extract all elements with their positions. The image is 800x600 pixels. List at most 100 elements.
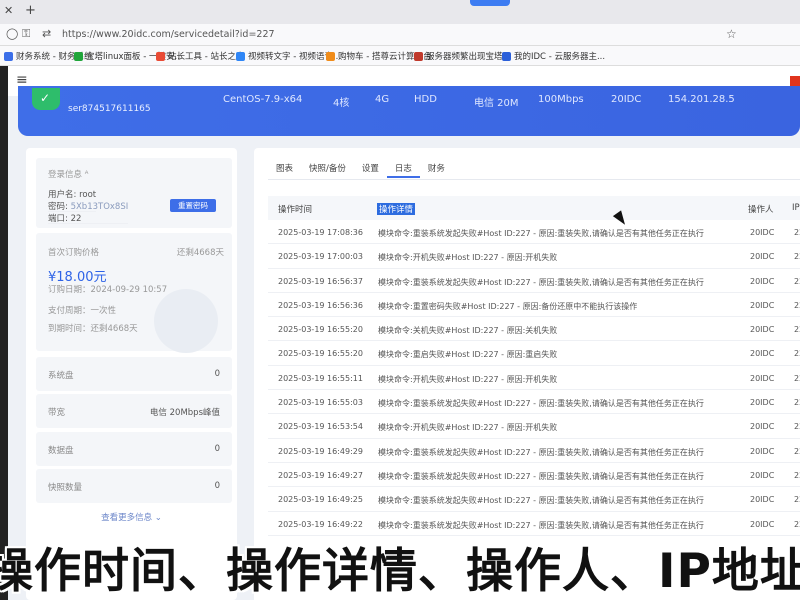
- table-row[interactable]: 2025-03-19 16:55:20 模块命令:重启失败#Host ID:227…: [268, 341, 800, 366]
- log-time: 2025-03-19 16:49:25: [278, 495, 363, 505]
- table-row[interactable]: 2025-03-19 17:00:03 模块命令:开机失败#Host ID:227…: [268, 244, 800, 269]
- log-table-body: 2025-03-19 17:08:36 模块命令:重装系统发起失败#Host ID…: [268, 220, 800, 536]
- tabs-divider: [268, 179, 800, 180]
- username-value: root: [79, 190, 97, 200]
- active-tab-indicator[interactable]: [470, 0, 510, 6]
- log-ip: 22: [794, 495, 800, 505]
- log-operator: 20IDC: [750, 373, 775, 383]
- tab-0[interactable]: 图表: [268, 160, 301, 178]
- url-input[interactable]: https://www.20idc.com/servicedetail?id=2…: [62, 29, 275, 40]
- log-ip: 22: [794, 349, 800, 359]
- log-time: 2025-03-19 16:49:29: [278, 446, 363, 456]
- log-ip: 22: [794, 519, 800, 529]
- log-time: 2025-03-19 16:49:22: [278, 519, 363, 529]
- log-operator: 20IDC: [750, 349, 775, 359]
- close-tab-icon[interactable]: ✕: [4, 4, 13, 17]
- bookmark-label: 服务器频繁出现宝塔...: [426, 52, 511, 62]
- log-time: 2025-03-19 17:00:03: [278, 252, 363, 262]
- bookmark-item[interactable]: 服务器频繁出现宝塔...: [414, 50, 511, 62]
- log-ip: 22: [794, 373, 800, 383]
- resource-stat: 数据盘 0: [36, 432, 232, 466]
- order-date: 订购日期：2024-09-29 10:57: [48, 285, 168, 295]
- server-spec: 20IDC: [611, 94, 642, 105]
- table-row[interactable]: 2025-03-19 16:56:36 模块命令:重置密码失败#Host ID:2…: [268, 293, 800, 318]
- tab-1[interactable]: 快照/备份: [301, 160, 354, 178]
- server-status-icon: [32, 88, 60, 110]
- log-detail: 模块命令:重装系统发起失败#Host ID:227 - 原因:重装失败,请确认是…: [378, 520, 704, 530]
- server-spec: 电信 20M: [474, 98, 519, 109]
- log-detail: 模块命令:重置密码失败#Host ID:227 - 原因:备份还原中不能执行该操…: [378, 301, 638, 311]
- log-operator: 20IDC: [750, 519, 775, 529]
- log-time: 2025-03-19 17:08:36: [278, 228, 363, 237]
- pay-cycle: 支付周期：一次性: [48, 306, 117, 316]
- reset-password-button[interactable]: 重置密码: [170, 199, 216, 212]
- permissions-icon[interactable]: ⇄: [42, 27, 51, 40]
- col-time[interactable]: 操作时间: [278, 203, 312, 215]
- language-flag-icon[interactable]: [790, 76, 800, 86]
- log-operator: 20IDC: [750, 228, 775, 237]
- tab-3[interactable]: 日志: [386, 160, 420, 178]
- log-time: 2025-03-19 16:56:36: [278, 300, 363, 310]
- log-table-header: 操作时间 操作详情 操作人 IP: [268, 196, 800, 220]
- shield-icon[interactable]: ◯: [6, 27, 18, 40]
- stat-label: 快照数量: [48, 483, 83, 493]
- port-value: 22: [70, 214, 82, 224]
- server-spec: 4G: [375, 94, 390, 105]
- log-detail: 模块命令:关机失败#Host ID:227 - 原因:关机失败: [378, 326, 558, 336]
- bookmark-item[interactable]: 站长工具 - 站长之家: [156, 50, 244, 62]
- log-time: 2025-03-19 16:55:11: [278, 373, 363, 383]
- log-ip: 22: [794, 228, 800, 237]
- log-time: 2025-03-19 16:53:54: [278, 422, 363, 432]
- col-ip[interactable]: IP: [792, 203, 800, 213]
- tab-2[interactable]: 设置: [354, 160, 387, 178]
- col-detail[interactable]: 操作详情: [377, 203, 416, 215]
- bookmark-favicon-icon: [414, 51, 423, 61]
- table-row[interactable]: 2025-03-19 16:49:27 模块命令:重装系统发起失败#Host ID…: [268, 463, 800, 488]
- bookmark-star-icon[interactable]: ☆: [726, 27, 737, 41]
- subtitle-text: 操作时间、操作详情、操作人、IP地址: [0, 544, 800, 599]
- table-row[interactable]: 2025-03-19 16:53:54 模块命令:开机失败#Host ID:227…: [268, 414, 800, 439]
- log-detail: 模块命令:开机失败#Host ID:227 - 原因:开机失败: [378, 423, 558, 433]
- bookmark-label: 我的IDC - 云服务器主...: [514, 52, 606, 62]
- log-ip: 22: [794, 325, 800, 335]
- log-operator: 20IDC: [750, 276, 775, 286]
- server-spec: 4核: [333, 98, 350, 109]
- table-row[interactable]: 2025-03-19 16:55:11 模块命令:开机失败#Host ID:227…: [268, 366, 800, 391]
- table-row[interactable]: 2025-03-19 17:08:36 模块命令:重装系统发起失败#Host ID…: [268, 220, 800, 245]
- log-ip: 22: [794, 252, 800, 262]
- stat-label: 带宽: [48, 408, 66, 418]
- server-summary-banner: ser874517611165 CentOS-7.9-x64 4核 4G HDD 电信 …: [18, 86, 800, 136]
- server-spec: HDD: [414, 94, 437, 105]
- log-time: 2025-03-19 16:55:03: [278, 398, 363, 408]
- watermark-disc: [154, 289, 218, 353]
- stat-value: 0: [214, 369, 220, 379]
- stat-value: 0: [214, 481, 220, 491]
- bookmarks-bar: 财务系统 - 财务系统 宝塔linux面板 - 一键安... 站长工具 - 站长之家…: [0, 46, 800, 66]
- table-row[interactable]: 2025-03-19 16:49:29 模块命令:重装系统发起失败#Host ID…: [268, 439, 800, 463]
- log-operator: 20IDC: [750, 495, 775, 505]
- browser-tabstrip: ✕ +: [0, 0, 800, 24]
- new-tab-icon[interactable]: +: [25, 3, 36, 18]
- log-time: 2025-03-19 16:56:37: [278, 276, 363, 286]
- address-bar: ◯ ⚿ ⇄ https://www.20idc.com/servicedetai…: [0, 24, 800, 46]
- table-row[interactable]: 2025-03-19 16:55:20 模块命令:关机失败#Host ID:227…: [268, 317, 800, 342]
- stat-label: 数据盘: [48, 446, 74, 456]
- table-row[interactable]: 2025-03-19 16:55:03 模块命令:重装系统发起失败#Host ID…: [268, 390, 800, 415]
- window-edge: [0, 66, 8, 600]
- password-value[interactable]: 5Xb13TOx8SI: [71, 202, 129, 212]
- bookmark-item[interactable]: 我的IDC - 云服务器主...: [502, 50, 605, 62]
- lock-icon[interactable]: ⚿: [22, 27, 30, 41]
- log-ip: 22: [794, 470, 800, 480]
- table-row[interactable]: 2025-03-19 16:56:37 模块命令:重装系统发起失败#Host ID…: [268, 269, 800, 293]
- log-operator: 20IDC: [750, 446, 775, 456]
- eye-icon[interactable]: ᴬ: [85, 170, 89, 180]
- log-time: 2025-03-19 16:55:20: [278, 325, 363, 335]
- table-row[interactable]: 2025-03-19 16:49:25 模块命令:重装系统发起失败#Host ID…: [268, 487, 800, 512]
- more-info-link[interactable]: 查看更多信息 ⌄: [26, 511, 237, 523]
- log-detail: 模块命令:重启失败#Host ID:227 - 原因:重启失败: [378, 350, 558, 360]
- tab-4[interactable]: 财务: [420, 160, 453, 178]
- log-detail: 模块命令:重装系统发起失败#Host ID:227 - 原因:重装失败,请确认是…: [378, 277, 704, 287]
- log-time: 2025-03-19 16:49:27: [278, 470, 363, 480]
- bookmark-favicon-icon: [502, 51, 511, 61]
- col-operator[interactable]: 操作人: [748, 203, 774, 215]
